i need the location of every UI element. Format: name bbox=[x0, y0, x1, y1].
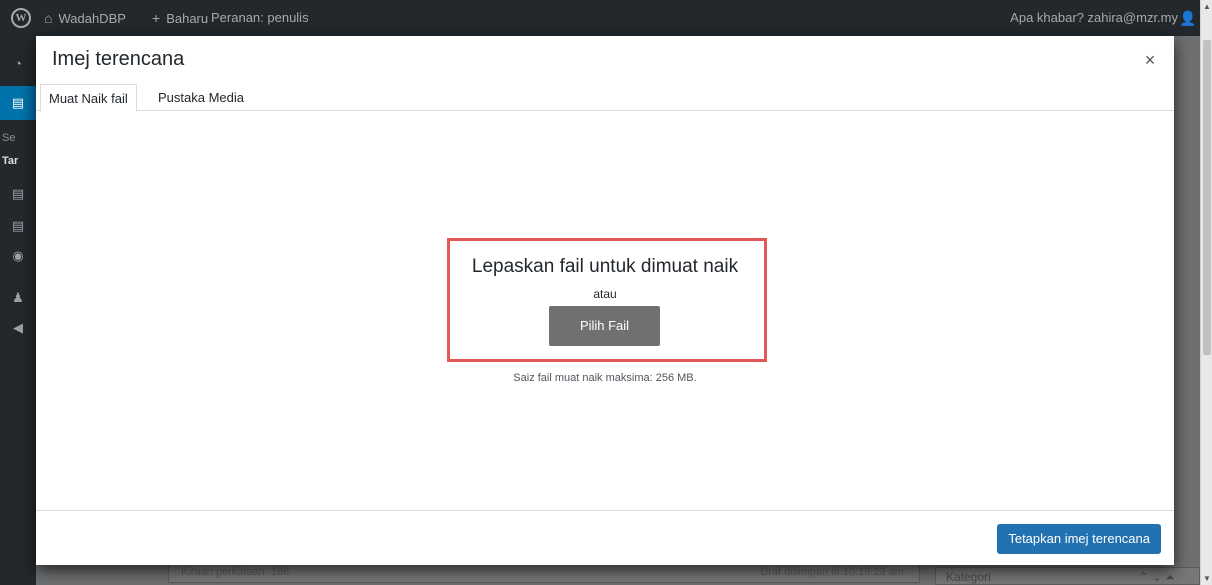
draft-saved-status: Draf disimpan di 10:19:23 am. bbox=[760, 566, 907, 578]
menu-label-fragment: Se bbox=[2, 132, 16, 144]
featured-image-modal: Imej terencana × Muat Naik fail Pustaka … bbox=[36, 36, 1174, 565]
box-arrows-icon: ⌃ ⌄ ⏶ bbox=[1138, 570, 1175, 584]
user-avatar-icon[interactable]: 👤 bbox=[1179, 0, 1196, 36]
word-count: Kiraan perkataan: 186 bbox=[181, 566, 290, 578]
home-icon: ⌂ bbox=[44, 10, 53, 26]
plus-icon: + bbox=[152, 10, 161, 26]
users-icon[interactable]: ♟ bbox=[10, 290, 26, 306]
account-greeting[interactable]: Apa khabar? zahira@mzr.my bbox=[1010, 0, 1178, 36]
pages-icon[interactable]: ▤ bbox=[10, 218, 26, 234]
scroll-down-icon[interactable]: ▼ bbox=[1203, 574, 1211, 583]
collapse-menu-icon[interactable]: ◀ bbox=[10, 320, 26, 336]
wordpress-logo-icon[interactable]: W bbox=[11, 8, 31, 28]
scroll-up-icon[interactable]: ▲ bbox=[1203, 2, 1211, 11]
modal-tabs: Muat Naik fail Pustaka Media bbox=[36, 80, 1174, 112]
select-files-button[interactable]: Pilih Fail bbox=[549, 306, 660, 346]
tab-upload-files[interactable]: Muat Naik fail bbox=[40, 84, 137, 112]
category-box-header: Kategori ⌃ ⌄ ⏶ bbox=[935, 567, 1200, 585]
set-featured-image-button[interactable]: Tetapkan imej terencana bbox=[997, 524, 1161, 554]
posts-icon[interactable]: ▤ bbox=[0, 86, 36, 120]
max-upload-size: Saiz fail muat naik maksima: 256 MB. bbox=[513, 372, 697, 384]
modal-toolbar: Tetapkan imej terencana bbox=[36, 510, 1174, 565]
gamepad-icon[interactable]: ◉ bbox=[10, 248, 26, 264]
page-scrollbar[interactable]: ▲ ▼ bbox=[1200, 0, 1212, 585]
drop-instructions: Lepaskan fail untuk dimuat naik bbox=[471, 256, 739, 277]
or-label: atau bbox=[593, 287, 617, 301]
role-indicator: Peranan: penulis bbox=[211, 10, 309, 25]
media-icon[interactable]: ▤ bbox=[10, 186, 26, 202]
new-content-link[interactable]: + Baharu bbox=[152, 0, 208, 36]
dashboard-icon[interactable]: ◔ bbox=[10, 56, 26, 72]
admin-menu: ◔ ▤ Se Tar ▤ ▤ ◉ ♟ ◀ bbox=[0, 36, 36, 585]
upload-drop-zone[interactable]: Lepaskan fail untuk dimuat naik atau Pil… bbox=[36, 112, 1174, 510]
site-name-link[interactable]: ⌂ WadahDBP bbox=[44, 0, 126, 36]
scroll-thumb[interactable] bbox=[1203, 40, 1211, 355]
category-box-title: Kategori bbox=[946, 570, 991, 584]
new-content-label: Baharu bbox=[166, 11, 209, 26]
tab-media-library[interactable]: Pustaka Media bbox=[150, 84, 252, 112]
modal-title: Imej terencana bbox=[52, 48, 185, 70]
site-name-label: WadahDBP bbox=[58, 11, 126, 26]
menu-label-fragment: Tar bbox=[2, 155, 19, 167]
admin-bar: W ⌂ WadahDBP + Baharu Peranan: penulis Apa… bbox=[0, 0, 1212, 36]
close-icon[interactable]: × bbox=[1134, 44, 1166, 76]
